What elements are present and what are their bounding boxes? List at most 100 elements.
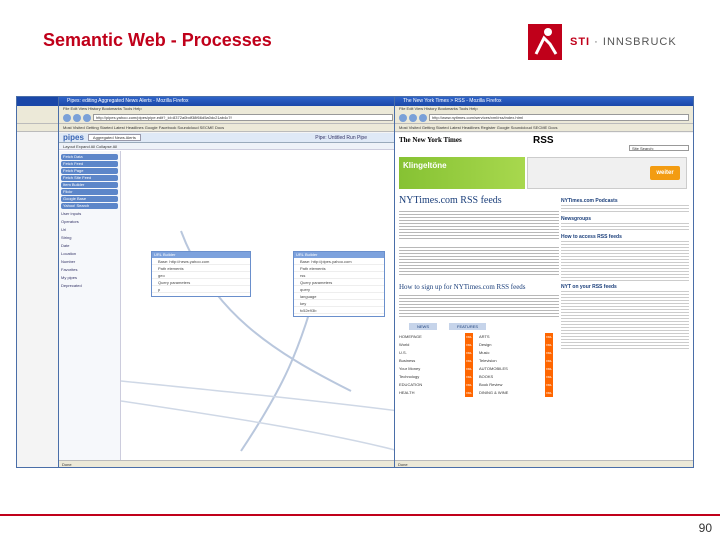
pipes-url-input[interactable]: http://pipes.yahoo.com/pipes/pipe.edit?_… bbox=[93, 114, 393, 121]
feed-link[interactable]: BOOKS bbox=[479, 373, 493, 381]
back-icon[interactable] bbox=[399, 113, 407, 122]
feed-link[interactable]: Your Money bbox=[399, 365, 420, 373]
module-category[interactable]: Url bbox=[61, 227, 118, 233]
xml-icon[interactable]: XML bbox=[544, 341, 553, 349]
module-field[interactable]: Base: http://news.yahoo.com bbox=[152, 258, 250, 265]
footer-divider bbox=[0, 514, 720, 516]
module-field[interactable]: Base: http://pipes.yahoo.com bbox=[294, 258, 384, 265]
module-field[interactable]: key bbox=[294, 300, 384, 307]
sidebar-heading[interactable]: NYTimes.com Podcasts bbox=[561, 198, 689, 204]
module-field[interactable]: Query parameters bbox=[152, 279, 250, 286]
pipes-tab[interactable]: Aggregated News Alerts bbox=[87, 134, 141, 141]
rss-label: RSS bbox=[533, 135, 554, 146]
feed-link[interactable]: EDUCATION bbox=[399, 381, 422, 389]
pipes-toolbar[interactable]: Layout Expand All Collapse All bbox=[59, 143, 397, 150]
url-builder-module-right[interactable]: URL Builder Base: http://pipes.yahoo.com… bbox=[293, 251, 385, 317]
sidebar-heading[interactable]: How to access RSS feeds bbox=[561, 234, 689, 240]
pipes-browser-window[interactable]: Pipes: editing Aggregated News Alerts - … bbox=[58, 96, 398, 468]
xml-icon[interactable]: XML bbox=[464, 333, 473, 341]
xml-icon[interactable]: XML bbox=[544, 333, 553, 341]
feed-link[interactable]: HOMEPAGE bbox=[399, 333, 422, 341]
tab-news[interactable]: NEWS bbox=[409, 323, 437, 330]
ad-banner-right[interactable]: weiter bbox=[527, 157, 687, 189]
xml-icon[interactable]: XML bbox=[544, 373, 553, 381]
xml-icon[interactable]: XML bbox=[464, 349, 473, 357]
module-item[interactable]: Fetch Feed bbox=[61, 161, 118, 167]
module-field[interactable]: query bbox=[294, 286, 384, 293]
tab-features[interactable]: FEATURES bbox=[449, 323, 487, 330]
pipes-editor: pipes Aggregated News Alerts Pipe: Untit… bbox=[59, 133, 397, 460]
nyt-status-bar: Done bbox=[395, 460, 693, 467]
module-category[interactable]: Date bbox=[61, 243, 118, 249]
feed-link[interactable]: World bbox=[399, 341, 409, 349]
module-field[interactable]: language bbox=[294, 293, 384, 300]
module-field[interactable]: geo bbox=[152, 272, 250, 279]
xml-icon[interactable]: XML bbox=[464, 357, 473, 365]
module-item[interactable]: Flickr bbox=[61, 189, 118, 195]
module-item[interactable]: Fetch Page bbox=[61, 168, 118, 174]
sidebar-text bbox=[561, 223, 689, 231]
pipes-bookmarks-bar[interactable]: Most Visited Getting Started Latest Head… bbox=[59, 124, 397, 132]
forward-icon[interactable] bbox=[409, 113, 417, 122]
module-category[interactable]: Deprecated bbox=[61, 283, 118, 289]
nyt-search-input[interactable]: Site Search: bbox=[629, 145, 689, 151]
nyt-browser-window[interactable]: The New York Times > RSS - Mozilla Firef… bbox=[394, 96, 694, 468]
ad-continue-button[interactable]: weiter bbox=[650, 166, 680, 180]
forward-icon[interactable] bbox=[73, 113, 81, 122]
feed-link[interactable]: Technology bbox=[399, 373, 419, 381]
feed-link[interactable]: Television bbox=[479, 357, 497, 365]
feed-link[interactable]: Book Review bbox=[479, 381, 502, 389]
nyt-masthead[interactable]: The New York Times bbox=[399, 136, 462, 144]
module-item[interactable]: Google Base bbox=[61, 196, 118, 202]
xml-icon[interactable]: XML bbox=[464, 381, 473, 389]
module-item[interactable]: Fetch Data bbox=[61, 154, 118, 160]
feed-link[interactable]: ARTS bbox=[479, 333, 490, 341]
xml-icon[interactable]: XML bbox=[464, 389, 473, 397]
xml-icon[interactable]: XML bbox=[544, 389, 553, 397]
feed-link[interactable]: U.S. bbox=[399, 349, 407, 357]
feed-link[interactable]: Music bbox=[479, 349, 489, 357]
xml-icon[interactable]: XML bbox=[464, 373, 473, 381]
module-category[interactable]: Operators bbox=[61, 219, 118, 225]
module-category[interactable]: String bbox=[61, 235, 118, 241]
reload-icon[interactable] bbox=[83, 113, 91, 122]
nyt-url-input[interactable]: http://www.nytimes.com/services/xml/rss/… bbox=[429, 114, 689, 121]
feed-link[interactable]: Business bbox=[399, 357, 415, 365]
feed-link[interactable]: Design bbox=[479, 341, 491, 349]
xml-icon[interactable]: XML bbox=[464, 341, 473, 349]
xml-icon[interactable]: XML bbox=[544, 349, 553, 357]
module-category[interactable]: My pipes bbox=[61, 275, 118, 281]
module-item[interactable]: Yahoo! Search bbox=[61, 203, 118, 209]
ad-banner[interactable]: Klingeltöne bbox=[399, 157, 525, 189]
module-field[interactable]: rss bbox=[294, 272, 384, 279]
module-field[interactable]: p bbox=[152, 286, 250, 293]
sidebar-heading[interactable]: Newsgroups bbox=[561, 216, 689, 222]
pipes-status-bar: Done bbox=[59, 460, 397, 467]
back-icon[interactable] bbox=[63, 113, 71, 122]
xml-icon[interactable]: XML bbox=[464, 365, 473, 373]
module-field[interactable]: Path elements bbox=[294, 265, 384, 272]
module-item[interactable]: Item Builder bbox=[61, 182, 118, 188]
module-category[interactable]: Location bbox=[61, 251, 118, 257]
reload-icon[interactable] bbox=[419, 113, 427, 122]
sidebar-heading[interactable]: NYT on your RSS feeds bbox=[561, 284, 689, 290]
module-field[interactable]: Query parameters bbox=[294, 279, 384, 286]
xml-icon[interactable]: XML bbox=[544, 365, 553, 373]
nyt-bookmarks-bar[interactable]: Most Visited Getting Started Latest Head… bbox=[395, 124, 693, 132]
sti-logo-icon bbox=[528, 24, 562, 60]
module-field[interactable]: fc52e93b bbox=[294, 307, 384, 314]
module-category[interactable]: Number bbox=[61, 259, 118, 265]
url-builder-module-left[interactable]: URL Builder Base: http://news.yahoo.com … bbox=[151, 251, 251, 297]
pipes-canvas[interactable]: URL Builder Base: http://news.yahoo.com … bbox=[121, 151, 397, 460]
feed-link[interactable]: HEALTH bbox=[399, 389, 414, 397]
module-category[interactable]: User inputs bbox=[61, 211, 118, 217]
nyt-page: The New York Times RSS Site Search: Klin… bbox=[395, 133, 693, 460]
module-category[interactable]: Favorites bbox=[61, 267, 118, 273]
feed-link[interactable]: AUTOMOBILES bbox=[479, 365, 508, 373]
xml-icon[interactable]: XML bbox=[544, 381, 553, 389]
feed-link[interactable]: DINING & WINE bbox=[479, 389, 508, 397]
module-item[interactable]: Fetch Site Feed bbox=[61, 175, 118, 181]
module-field[interactable]: Path elements bbox=[152, 265, 250, 272]
pipe-status[interactable]: Pipe: Untitled Run Pipe bbox=[315, 135, 367, 141]
xml-icon[interactable]: XML bbox=[544, 357, 553, 365]
